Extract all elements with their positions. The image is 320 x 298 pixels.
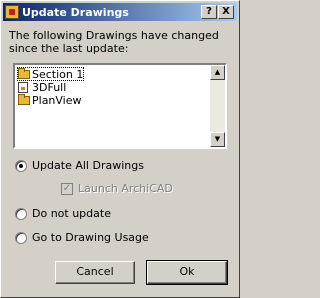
list-item-label: Section 1 — [32, 67, 84, 81]
update-drawings-dialog: Update Drawings ? X The following Drawin… — [0, 0, 240, 298]
scroll-up-icon[interactable]: ▲ — [210, 65, 225, 80]
close-button[interactable]: X — [218, 5, 234, 19]
go-to-usage-radio[interactable] — [15, 231, 27, 244]
ok-button[interactable]: Ok — [146, 260, 228, 285]
window-title: Update Drawings — [22, 5, 129, 19]
folder-icon — [18, 67, 30, 79]
folder-icon — [18, 93, 30, 105]
list-item-label: PlanView — [32, 93, 82, 107]
archicad-app-icon — [5, 5, 19, 19]
list-scrollbar[interactable]: ▲ ▼ — [210, 65, 225, 147]
do-not-update-label: Do not update — [32, 207, 111, 220]
launch-archicad-option: ✓ Launch ArchiCAD — [61, 182, 173, 195]
list-item-label: 3DFull — [32, 80, 67, 94]
update-all-option[interactable]: Update All Drawings — [15, 159, 144, 172]
cancel-button[interactable]: Cancel — [55, 261, 135, 284]
list-item[interactable]: PlanView — [18, 93, 82, 107]
list-item[interactable]: 3DFull — [18, 80, 67, 94]
title-bar[interactable]: Update Drawings ? X — [3, 3, 237, 21]
prompt-text: The following Drawings have changed sinc… — [9, 29, 219, 55]
update-all-radio[interactable] — [15, 159, 27, 172]
scroll-down-icon[interactable]: ▼ — [210, 132, 225, 147]
list-item[interactable]: Section 1 — [16, 67, 85, 81]
drawings-list[interactable]: Section 1 3DFull PlanView ▲ ▼ — [13, 63, 227, 149]
go-to-usage-option[interactable]: Go to Drawing Usage — [15, 231, 149, 244]
do-not-update-option[interactable]: Do not update — [15, 207, 111, 220]
drawing-icon — [18, 81, 28, 93]
launch-archicad-checkbox: ✓ — [61, 182, 73, 195]
go-to-usage-label: Go to Drawing Usage — [32, 231, 149, 244]
help-button[interactable]: ? — [201, 5, 217, 19]
launch-archicad-label: Launch ArchiCAD — [78, 182, 173, 195]
update-all-label: Update All Drawings — [32, 159, 144, 172]
do-not-update-radio[interactable] — [15, 207, 27, 220]
